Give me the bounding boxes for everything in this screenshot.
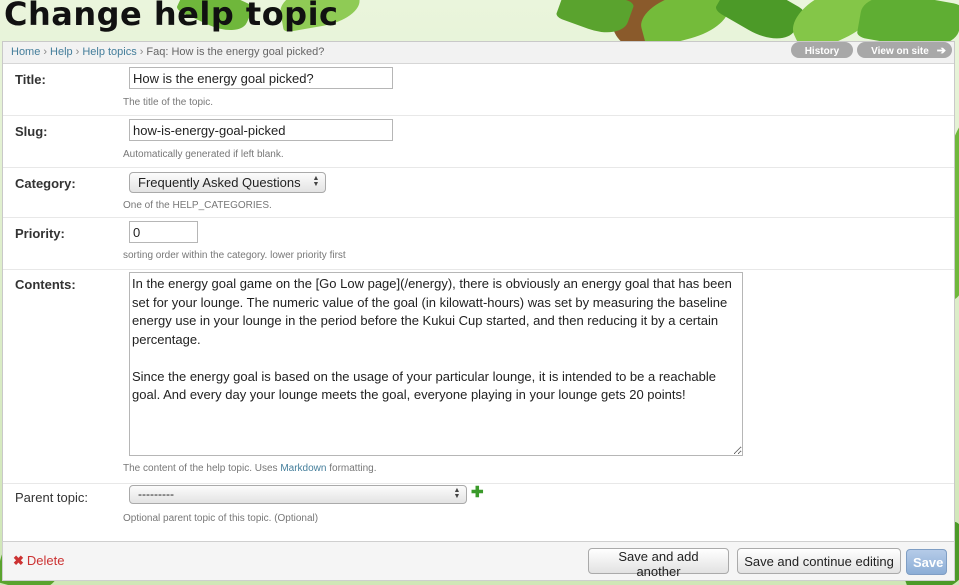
category-label: Category:	[15, 176, 76, 191]
change-form: Home › Help › Help topics › Faq: How is the en…	[2, 41, 955, 541]
breadcrumb-help[interactable]: Help	[50, 46, 73, 58]
history-button[interactable]: History	[790, 42, 854, 58]
markdown-link[interactable]: Markdown	[280, 463, 326, 474]
delete-link[interactable]: ✖ Delete	[13, 553, 64, 569]
slug-label: Slug:	[15, 124, 48, 139]
breadcrumb-home[interactable]: Home	[11, 46, 40, 58]
priority-label: Priority:	[15, 226, 65, 241]
updown-icon: ▲ ▼	[312, 175, 320, 188]
category-select[interactable]: Frequently Asked Questions ▲ ▼	[129, 172, 326, 193]
parent-topic-row: Parent topic: --------- ▲ ▼ ✚ Optional pa…	[3, 484, 954, 536]
slug-row: Slug: Automatically generated if left bl…	[3, 116, 954, 168]
priority-help: sorting order within the category. lower…	[123, 250, 346, 261]
view-on-site-label: View on site	[871, 45, 929, 57]
title-row: Title: The title of the topic.	[3, 64, 954, 116]
contents-textarea[interactable]: In the energy goal game on the [Go Low p…	[129, 272, 743, 456]
parent-topic-help: Optional parent topic of this topic. (Op…	[123, 513, 319, 524]
title-input[interactable]	[129, 67, 393, 89]
priority-input[interactable]	[129, 221, 198, 243]
submit-row: ✖ Delete Save and add another Save and co…	[2, 541, 955, 581]
category-value: Frequently Asked Questions	[138, 175, 301, 190]
view-on-site-button[interactable]: View on site ➔	[857, 42, 952, 58]
category-row: Category: Frequently Asked Questions ▲ ▼ …	[3, 168, 954, 218]
updown-icon: ▲ ▼	[453, 487, 461, 500]
contents-row: Contents: In the energy goal game on the…	[3, 270, 954, 484]
priority-row: Priority: sorting order within the categ…	[3, 218, 954, 270]
contents-help: The content of the help topic. Uses Mark…	[123, 463, 377, 474]
plus-icon[interactable]: ✚	[471, 485, 484, 500]
slug-help: Automatically generated if left blank.	[123, 149, 284, 160]
breadcrumb-current: Faq: How is the energy goal picked?	[146, 46, 325, 58]
title-label: Title:	[15, 72, 46, 87]
history-label: History	[804, 45, 840, 57]
save-button[interactable]: Save	[906, 549, 947, 575]
parent-topic-value: ---------	[138, 487, 174, 501]
delete-label: Delete	[26, 553, 65, 568]
parent-topic-select[interactable]: --------- ▲ ▼	[129, 485, 467, 504]
contents-label: Contents:	[15, 277, 76, 292]
parent-topic-label: Parent topic:	[15, 490, 88, 505]
save-and-add-another-button[interactable]: Save and add another	[588, 548, 729, 579]
object-tools: History View on site ➔	[790, 42, 952, 58]
title-help: The title of the topic.	[123, 97, 214, 108]
page-title: Change help topic	[4, 0, 339, 33]
x-icon: ✖	[13, 553, 24, 568]
save-and-continue-button[interactable]: Save and continue editing	[737, 548, 901, 574]
breadcrumb-help-topics[interactable]: Help topics	[82, 46, 136, 58]
slug-input[interactable]	[129, 119, 393, 141]
arrow-right-icon: ➔	[936, 44, 946, 57]
category-help: One of the HELP_CATEGORIES.	[123, 200, 272, 211]
